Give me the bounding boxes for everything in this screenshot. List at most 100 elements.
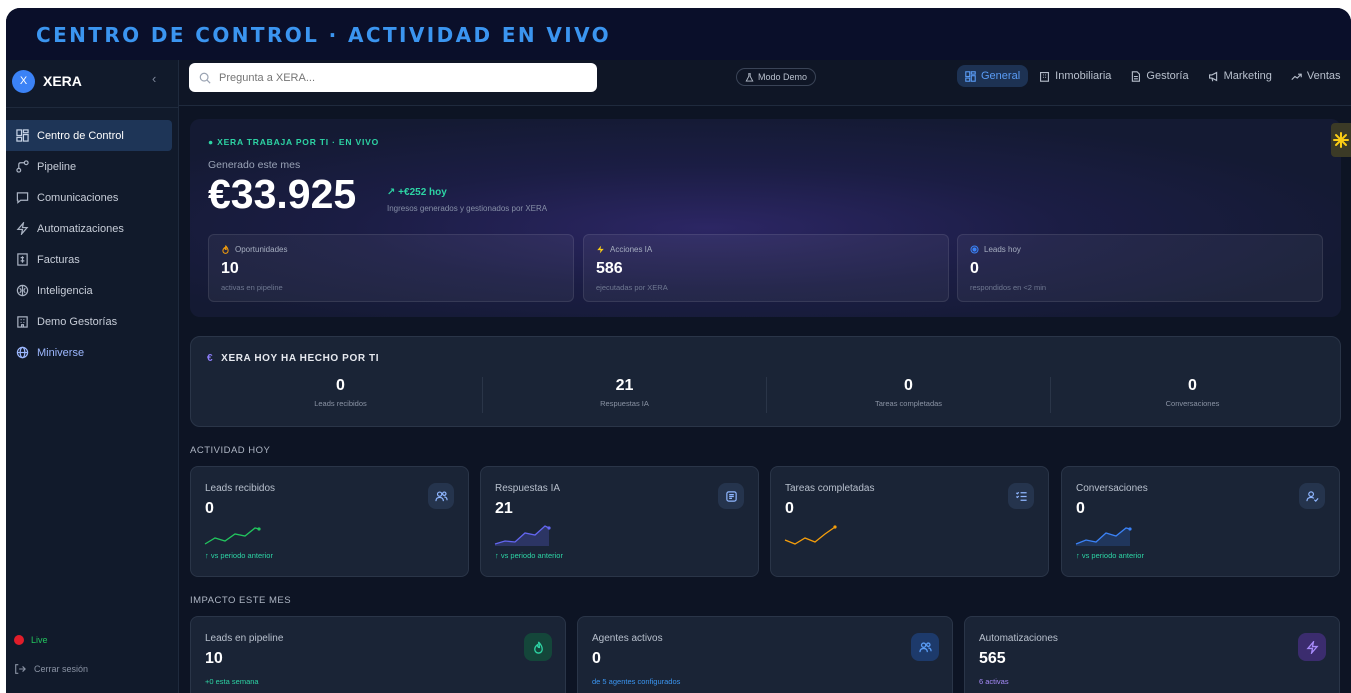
mini-label: Acciones IA — [596, 245, 652, 254]
bolt-icon — [597, 245, 604, 254]
mini-value: 10 — [221, 260, 239, 277]
sidebar-item-demo-gestorias[interactable]: Demo Gestorías — [6, 306, 172, 337]
card-value: 0 — [205, 500, 214, 517]
activity-card-leads[interactable]: Leads recibidos 0 ↑ vs periodo anterior — [190, 466, 469, 577]
today-stat-label: Conversaciones — [1165, 399, 1220, 408]
document-icon — [1132, 70, 1141, 82]
card-value: 565 — [979, 650, 1006, 667]
dashboard-icon — [965, 70, 976, 82]
live-status-label: ● XERA TRABAJA POR TI · EN VIVO — [208, 137, 379, 147]
tab-ventas[interactable]: Ventas — [1283, 65, 1349, 87]
dashboard-icon — [15, 129, 29, 143]
tab-label: Ventas — [1306, 70, 1341, 82]
opportunities-card[interactable]: Oportunidades 10 activas en pipeline — [208, 234, 574, 302]
live-label: Live — [31, 635, 48, 645]
card-label: Tareas completadas — [785, 483, 875, 494]
leads-today-card[interactable]: Leads hoy 0 respondidos en <2 min — [957, 234, 1323, 302]
divider — [6, 107, 178, 108]
activity-card-ai-responses[interactable]: Respuestas IA 21 ↑ vs periodo anterior — [480, 466, 759, 577]
mini-label-text: Leads hoy — [984, 245, 1021, 254]
card-label: Leads recibidos — [205, 483, 276, 494]
sidebar-item-facturas[interactable]: Facturas — [6, 244, 172, 275]
mini-value: 0 — [970, 260, 979, 277]
sidebar-item-comunicaciones[interactable]: Comunicaciones — [6, 182, 172, 213]
tab-label: General — [981, 70, 1021, 82]
impact-card-automations[interactable]: Automatizaciones 565 6 activas — [964, 616, 1340, 693]
brain-icon — [15, 284, 29, 298]
search-bar[interactable] — [189, 63, 597, 92]
card-value: 0 — [785, 500, 794, 517]
logout-icon — [14, 663, 26, 675]
mini-label-text: Acciones IA — [610, 245, 653, 254]
revenue-hero: ● XERA TRABAJA POR TI · EN VIVO Generado… — [190, 119, 1341, 317]
logout-button[interactable]: Cerrar sesión — [14, 663, 88, 675]
tab-inmobiliaria[interactable]: Inmobiliaria — [1031, 65, 1119, 87]
card-foot: ↑ vs periodo anterior — [495, 551, 563, 560]
mini-desc: ejecutadas por XERA — [596, 283, 668, 292]
revenue-note: Ingresos generados y gestionados por XER… — [387, 204, 548, 213]
sidebar-item-label: Pipeline — [37, 160, 77, 173]
tab-bar: General Inmobiliaria Gestoría Marketing … — [957, 65, 1351, 87]
demo-mode-badge[interactable]: Modo Demo — [736, 68, 817, 86]
invoice-icon — [15, 253, 29, 267]
chat-icon — [15, 191, 29, 205]
collapse-sidebar-button[interactable]: ‹ — [152, 71, 156, 86]
impact-card-active-agents[interactable]: Agentes activos 0 de 5 agentes configura… — [577, 616, 953, 693]
card-label: Leads en pipeline — [205, 633, 284, 644]
tab-gestoria[interactable]: Gestoría — [1122, 65, 1196, 87]
hero-subtitle: Generado este mes — [208, 159, 301, 171]
sparkline-chart — [1075, 527, 1132, 546]
sidebar-nav: Centro de Control Pipeline Comunicacione… — [6, 120, 172, 368]
app-window: CENTRO DE CONTROL · ACTIVIDAD EN VIVO X … — [6, 8, 1351, 693]
sidebar: X XERA ‹ Centro de Control Pipeline Comu… — [6, 60, 179, 693]
tab-general[interactable]: General — [957, 65, 1029, 87]
revenue-amount: €33.925 — [208, 171, 357, 217]
sparkline-chart — [494, 525, 551, 546]
sidebar-item-pipeline[interactable]: Pipeline — [6, 151, 172, 182]
sidebar-item-centro-de-control[interactable]: Centro de Control — [6, 120, 172, 151]
today-stat-value: 0 — [904, 377, 913, 394]
mini-label: Leads hoy — [970, 245, 1021, 254]
topbar: Modo Demo General Inmobiliaria Gestoría … — [179, 60, 1351, 106]
impact-section-title: IMPACTO ESTE MES — [190, 595, 292, 606]
tab-marketing[interactable]: Marketing — [1200, 65, 1280, 87]
today-stat: 21 Respuestas IA — [483, 377, 767, 413]
sidebar-item-label: Comunicaciones — [37, 191, 119, 204]
today-stat-value: 0 — [1188, 377, 1197, 394]
revenue-delta-value: +€252 hoy — [398, 187, 447, 198]
assistant-sparkle-button[interactable] — [1331, 123, 1351, 157]
users-icon — [911, 633, 939, 661]
globe-icon — [15, 346, 29, 360]
brand-logo: X — [12, 69, 35, 93]
card-label: Conversaciones — [1076, 483, 1148, 494]
mini-desc: respondidos en <2 min — [970, 283, 1047, 292]
sidebar-item-automatizaciones[interactable]: Automatizaciones — [6, 213, 172, 244]
brand-name: XERA — [43, 73, 82, 89]
building-icon — [15, 315, 29, 329]
today-stat-value: 21 — [615, 377, 634, 394]
ai-actions-card[interactable]: Acciones IA 586 ejecutadas por XERA — [583, 234, 949, 302]
activity-card-tasks[interactable]: Tareas completadas 0 — [770, 466, 1049, 577]
sparkline-chart — [784, 525, 837, 545]
sidebar-item-label: Miniverse — [37, 346, 85, 359]
brand[interactable]: X XERA — [12, 67, 82, 95]
sidebar-item-inteligencia[interactable]: Inteligencia — [6, 275, 172, 306]
sidebar-item-label: Centro de Control — [37, 129, 124, 142]
revenue-delta: ↗ +€252 hoy — [387, 187, 447, 198]
search-input[interactable] — [219, 71, 579, 84]
sidebar-item-label: Facturas — [37, 253, 80, 266]
today-stats: 0 Leads recibidos 21 Respuestas IA 0 Tar… — [199, 377, 1334, 413]
mini-label: Oportunidades — [221, 245, 287, 254]
trending-up-icon: ↗ — [387, 187, 399, 198]
sidebar-item-miniverse[interactable]: Miniverse — [6, 337, 172, 368]
card-label: Agentes activos — [592, 633, 663, 644]
tab-label: Gestoría — [1146, 70, 1189, 82]
today-stat-value: 0 — [336, 377, 345, 394]
today-stat: 0 Leads recibidos — [199, 377, 483, 413]
activity-card-conversations[interactable]: Conversaciones 0 ↑ vs periodo anterior — [1061, 466, 1340, 577]
card-foot: ↑ vs periodo anterior — [1076, 551, 1144, 560]
impact-card-pipeline-leads[interactable]: Leads en pipeline 10 +0 esta semana — [190, 616, 566, 693]
today-summary-title: € XERA HOY HA HECHO POR TI — [207, 353, 379, 364]
logout-label: Cerrar sesión — [34, 664, 89, 674]
mini-label-text: Oportunidades — [235, 245, 288, 254]
